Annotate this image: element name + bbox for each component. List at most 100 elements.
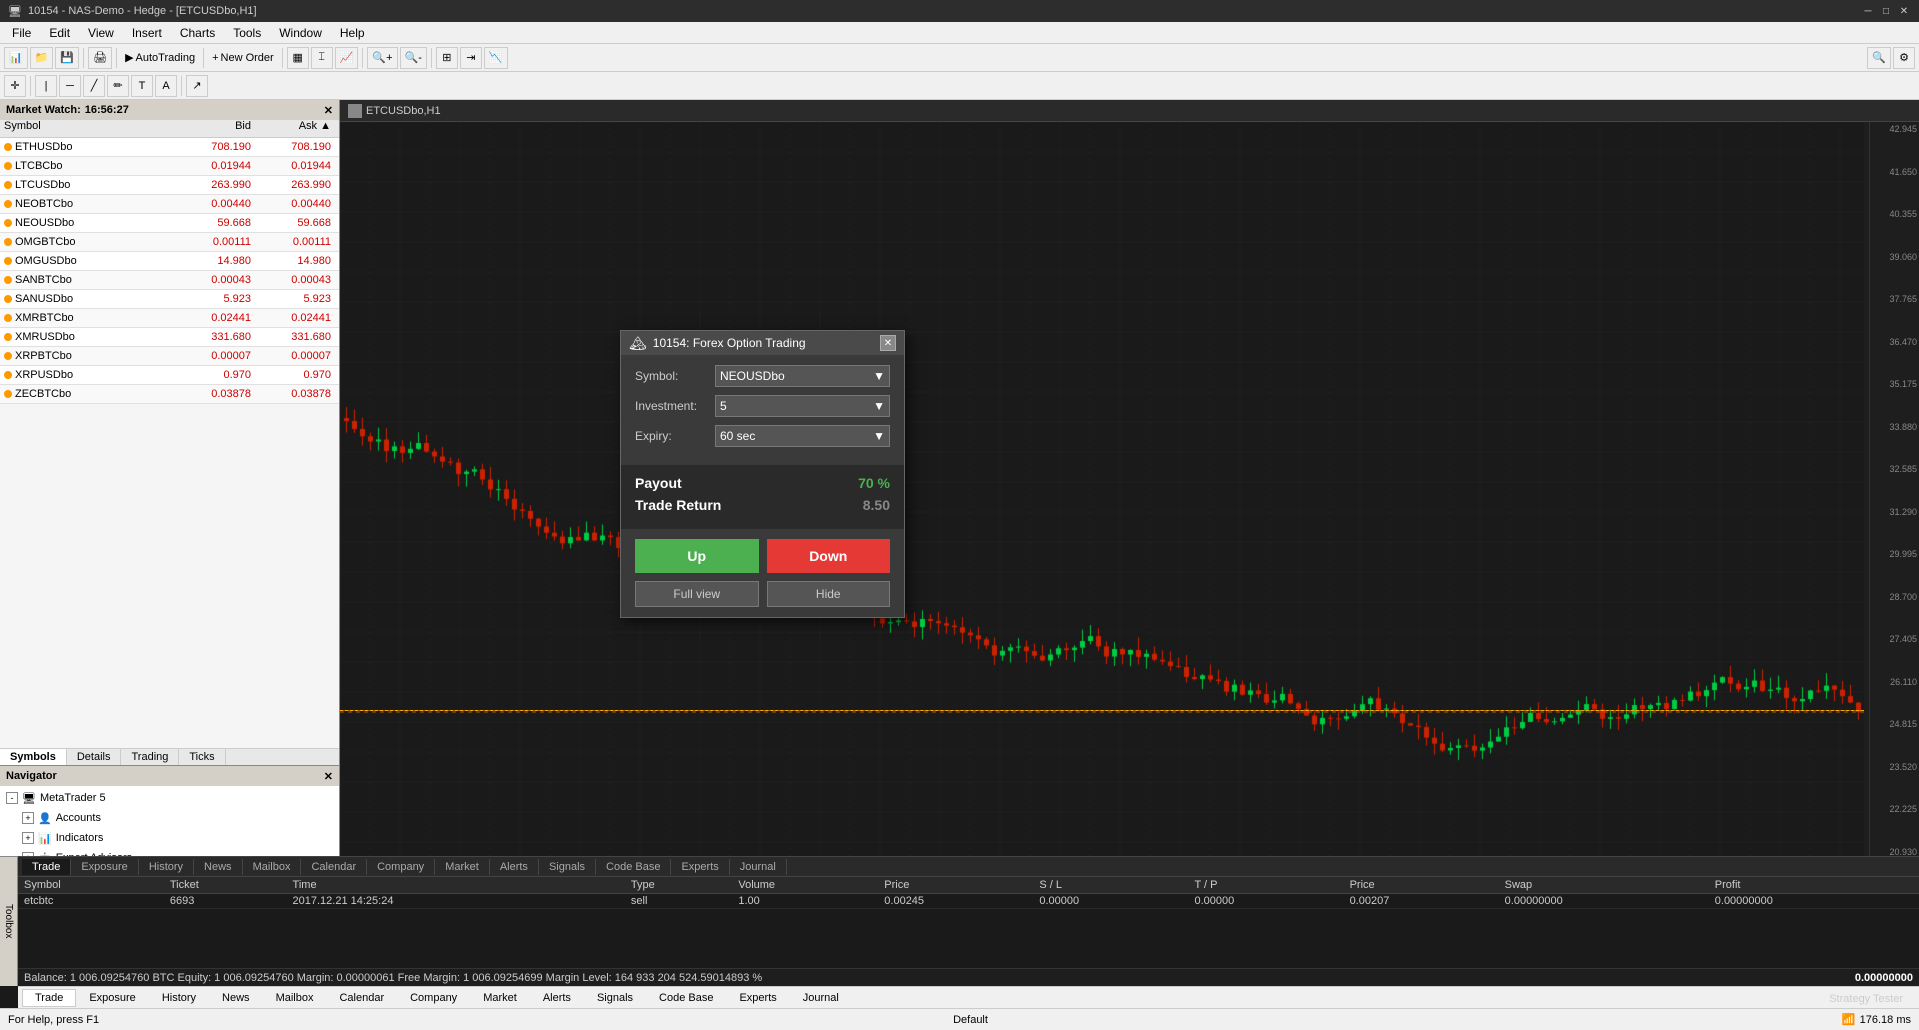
terminal-tab-alerts[interactable]: Alerts: [490, 859, 539, 875]
save-button[interactable]: 💾: [55, 47, 79, 69]
bottom-tab-code-base[interactable]: Code Base: [646, 989, 726, 1007]
terminal-tab-trade[interactable]: Trade: [22, 859, 71, 875]
menu-tools[interactable]: Tools: [225, 24, 269, 42]
market-watch-row[interactable]: OMGUSDbo 14.980 14.980: [0, 252, 339, 271]
investment-input[interactable]: 5 ▼: [715, 395, 890, 417]
expand-accounts[interactable]: +: [22, 812, 34, 824]
mw-tab-details[interactable]: Details: [67, 749, 122, 765]
dialog-close-button[interactable]: ✕: [880, 335, 896, 351]
market-watch-close[interactable]: ✕: [324, 104, 333, 117]
down-button[interactable]: Down: [767, 539, 891, 573]
expand-icon[interactable]: -: [6, 792, 18, 804]
navigator-close[interactable]: ✕: [324, 770, 333, 783]
pen-tool[interactable]: ✏: [107, 75, 129, 97]
open-button[interactable]: 📁: [30, 47, 54, 69]
terminal-tab-calendar[interactable]: Calendar: [301, 859, 367, 875]
indicator-button[interactable]: 📉: [484, 47, 508, 69]
terminal-tab-market[interactable]: Market: [435, 859, 490, 875]
chart-candle-button[interactable]: ⌶: [311, 47, 333, 69]
menu-window[interactable]: Window: [271, 24, 330, 42]
mw-tab-symbols[interactable]: Symbols: [0, 749, 67, 765]
market-watch-row[interactable]: XMRBTCbo 0.02441 0.02441: [0, 309, 339, 328]
zoom-in-button[interactable]: 🔍+: [367, 47, 397, 69]
grid-button[interactable]: ⊞: [436, 47, 458, 69]
close-button[interactable]: ✕: [1897, 4, 1911, 18]
menu-insert[interactable]: Insert: [124, 24, 170, 42]
bottom-tab-history[interactable]: History: [149, 989, 209, 1007]
full-view-button[interactable]: Full view: [635, 581, 759, 607]
terminal-tab-experts[interactable]: Experts: [671, 859, 729, 875]
toolbox-sidebar[interactable]: Toolbox: [0, 856, 18, 986]
terminal-tab-signals[interactable]: Signals: [539, 859, 596, 875]
chart-line-button[interactable]: 📈: [335, 47, 359, 69]
menu-edit[interactable]: Edit: [41, 24, 78, 42]
market-watch-row[interactable]: ETHUSDbo 708.190 708.190: [0, 138, 339, 157]
bottom-tab-journal[interactable]: Journal: [790, 989, 852, 1007]
bottom-tab-alerts[interactable]: Alerts: [530, 989, 584, 1007]
bottom-tab-mailbox[interactable]: Mailbox: [263, 989, 327, 1007]
bottom-tab-experts[interactable]: Experts: [726, 989, 789, 1007]
trendline-tool[interactable]: ╱: [83, 75, 105, 97]
market-watch-row[interactable]: XRPUSDbo 0.970 0.970: [0, 366, 339, 385]
zoom-out-button[interactable]: 🔍-: [400, 47, 427, 69]
expand-indicators[interactable]: +: [22, 832, 34, 844]
market-watch-row[interactable]: NEOBTCbo 0.00440 0.00440: [0, 195, 339, 214]
label-tool[interactable]: A: [155, 75, 177, 97]
terminal-tab-news[interactable]: News: [194, 859, 243, 875]
arrow-tool[interactable]: ↗: [186, 75, 208, 97]
dialog-titlebar[interactable]: 🏔 10154: Forex Option Trading ✕: [621, 331, 904, 355]
nav-indicators[interactable]: + 📊 Indicators: [2, 828, 337, 848]
bottom-tab-news[interactable]: News: [209, 989, 263, 1007]
symbol-select[interactable]: NEOUSDbo ▼: [715, 365, 890, 387]
bottom-tab-calendar[interactable]: Calendar: [326, 989, 397, 1007]
new-chart-button[interactable]: 📊: [4, 47, 28, 69]
menu-charts[interactable]: Charts: [172, 24, 223, 42]
market-watch-row[interactable]: OMGBTCbo 0.00111 0.00111: [0, 233, 339, 252]
strategy-tester-button[interactable]: Strategy Tester: [1817, 991, 1915, 1005]
bottom-tab-exposure[interactable]: Exposure: [76, 989, 148, 1007]
market-watch-row[interactable]: LTCBCbo 0.01944 0.01944: [0, 157, 339, 176]
terminal-tab-company[interactable]: Company: [367, 859, 435, 875]
bottom-tab-trade[interactable]: Trade: [22, 989, 76, 1007]
nav-metatrader[interactable]: - 🖥 MetaTrader 5: [2, 788, 337, 808]
terminal-tab-exposure[interactable]: Exposure: [71, 859, 138, 875]
market-watch-row[interactable]: SANUSDbo 5.923 5.923: [0, 290, 339, 309]
text-tool[interactable]: T: [131, 75, 153, 97]
terminal-table-area[interactable]: SymbolTicketTimeTypeVolumePriceS / LT / …: [18, 877, 1919, 968]
menu-help[interactable]: Help: [332, 24, 373, 42]
market-watch-row[interactable]: ZECBTCbo 0.03878 0.03878: [0, 385, 339, 404]
crosshair-button[interactable]: ✛: [4, 75, 26, 97]
hline-tool[interactable]: ─: [59, 75, 81, 97]
market-watch-row[interactable]: NEOUSDbo 59.668 59.668: [0, 214, 339, 233]
terminal-tab-history[interactable]: History: [139, 859, 194, 875]
chart-bar-button[interactable]: ▦: [287, 47, 309, 69]
settings-button[interactable]: ⚙: [1893, 47, 1915, 69]
bottom-tab-signals[interactable]: Signals: [584, 989, 646, 1007]
terminal-tab-journal[interactable]: Journal: [730, 859, 787, 875]
new-order-button[interactable]: + New Order: [208, 52, 278, 64]
terminal-tab-code-base[interactable]: Code Base: [596, 859, 671, 875]
market-watch-row[interactable]: XMRUSDbo 331.680 331.680: [0, 328, 339, 347]
bottom-tab-market[interactable]: Market: [470, 989, 530, 1007]
hide-button[interactable]: Hide: [767, 581, 891, 607]
menu-file[interactable]: File: [4, 24, 39, 42]
mw-tab-ticks[interactable]: Ticks: [179, 749, 225, 765]
nav-accounts[interactable]: + 👤 Accounts: [2, 808, 337, 828]
terminal-tab-mailbox[interactable]: Mailbox: [243, 859, 302, 875]
table-row[interactable]: etcbtc66932017.12.21 14:25:24sell1.000.0…: [18, 894, 1919, 909]
bottom-tab-company[interactable]: Company: [397, 989, 470, 1007]
scroll-end-button[interactable]: ⇥: [460, 47, 482, 69]
menu-view[interactable]: View: [80, 24, 122, 42]
minimize-button[interactable]: ─: [1861, 4, 1875, 18]
search-button[interactable]: 🔍: [1867, 47, 1891, 69]
line-tool[interactable]: |: [35, 75, 57, 97]
print-button[interactable]: 🖨: [88, 47, 112, 69]
chart-canvas-element[interactable]: [340, 122, 1864, 968]
market-watch-row[interactable]: LTCUSDbo 263.990 263.990: [0, 176, 339, 195]
expiry-select[interactable]: 60 sec ▼: [715, 425, 890, 447]
up-button[interactable]: Up: [635, 539, 759, 573]
market-watch-row[interactable]: SANBTCbo 0.00043 0.00043: [0, 271, 339, 290]
maximize-button[interactable]: □: [1879, 4, 1893, 18]
mw-tab-trading[interactable]: Trading: [121, 749, 179, 765]
market-watch-row[interactable]: XRPBTCbo 0.00007 0.00007: [0, 347, 339, 366]
